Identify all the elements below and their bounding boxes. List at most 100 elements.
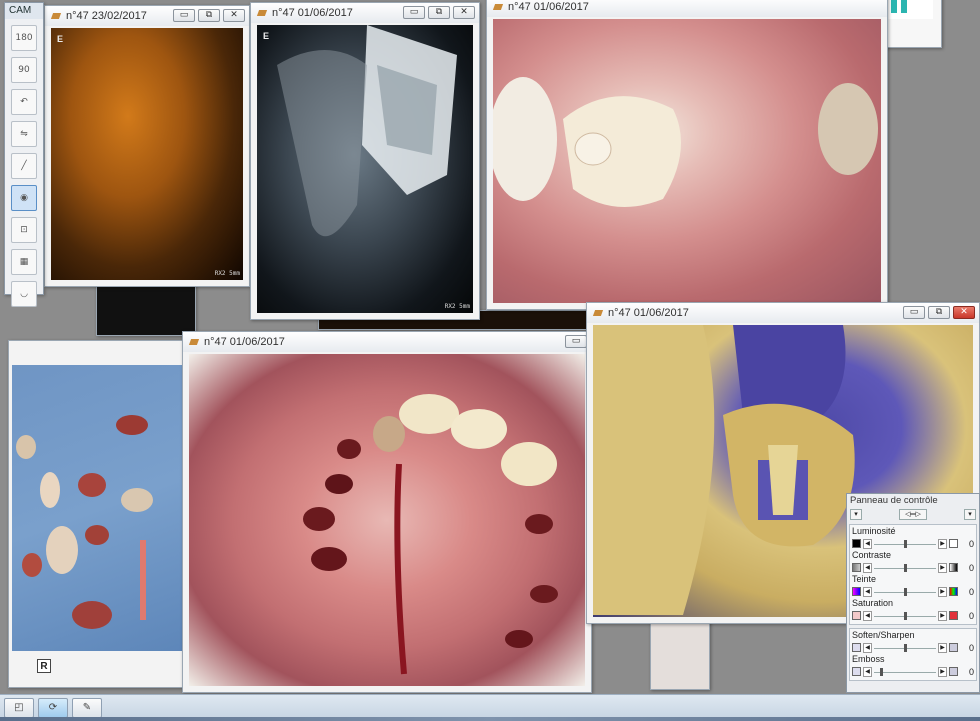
arrow-right-icon[interactable]: ▶: [938, 642, 947, 653]
minimize-button[interactable]: ▭: [565, 335, 587, 348]
smile-icon[interactable]: ◡: [11, 281, 37, 307]
hue-swatch-right: [949, 587, 958, 596]
taskbar-window-icon[interactable]: ◰: [4, 698, 34, 718]
minimize-button[interactable]: ▭: [903, 306, 925, 319]
image-window-icon: [189, 337, 199, 347]
occlusal-photo-window[interactable]: n°47 01/06/2017: [486, 0, 888, 310]
panel-collapse-button[interactable]: ▾: [850, 509, 862, 520]
window-title: n°47 01/06/2017: [608, 307, 689, 319]
background-window: [96, 280, 196, 336]
rotate-90-icon[interactable]: 90: [11, 57, 37, 83]
contrast-icon[interactable]: ▦: [11, 249, 37, 275]
xray-window[interactable]: n°47 01/06/2017 ▭ ⧉ ✕ E RX2 5mm: [250, 2, 480, 320]
soften-swatch: [852, 643, 861, 652]
window-titlebar[interactable]: n°47 01/06/2017 ▭ ⧉ ✕: [587, 303, 979, 323]
arrow-right-icon[interactable]: ▶: [938, 586, 947, 597]
rotate-left-icon[interactable]: ↶: [11, 89, 37, 115]
saturation-slider-row[interactable]: ◀ ▶ 0: [852, 609, 974, 622]
close-button[interactable]: ✕: [223, 9, 245, 22]
soften-sharpen-slider[interactable]: [874, 643, 936, 653]
window-titlebar[interactable]: n°47 01/06/2017 ▭ ⧉ ✕: [251, 3, 479, 23]
arrow-left-icon[interactable]: ◀: [863, 586, 872, 597]
extraction-photo-window[interactable]: n°47 01/06/2017 ▭: [182, 331, 592, 693]
window-title: n°47 01/06/2017: [204, 336, 285, 348]
extracted-teeth-window[interactable]: R: [8, 340, 188, 688]
toolbar-title: CAM: [5, 3, 43, 19]
arrow-left-icon[interactable]: ◀: [863, 610, 872, 621]
window-titlebar[interactable]: n°47 01/06/2017: [487, 0, 887, 17]
taskbar-pen-icon[interactable]: ✎: [72, 698, 102, 718]
window-titlebar[interactable]: n°47 23/02/2017 ▭ ⧉ ✕: [45, 6, 249, 26]
hue-value: 0: [968, 586, 974, 597]
emboss-swatch-right: [949, 667, 958, 676]
draw-line-icon[interactable]: ╱: [11, 153, 37, 179]
arrow-left-icon[interactable]: ◀: [863, 666, 872, 677]
taskbar: ◰ ⟳ ✎: [0, 694, 980, 721]
image-letter: E: [263, 31, 270, 41]
saturation-slider[interactable]: [874, 611, 936, 621]
arrow-right-icon[interactable]: ▶: [938, 538, 947, 549]
arrow-right-icon[interactable]: ▶: [938, 666, 947, 677]
brightness-label: Luminosité: [852, 526, 896, 536]
image-window-icon: [257, 8, 267, 18]
arrow-left-icon[interactable]: ◀: [863, 642, 872, 653]
soften-sharpen-slider-row[interactable]: ◀ ▶ 0: [852, 641, 974, 654]
contrast-slider[interactable]: [874, 563, 936, 573]
flip-horizontal-icon[interactable]: ⇋: [11, 121, 37, 147]
hue-slider[interactable]: [874, 587, 936, 597]
emboss-slider-row[interactable]: ◀ ▶ 0: [852, 665, 974, 678]
contrast-label: Contraste: [852, 550, 892, 560]
emboss-slider[interactable]: [874, 667, 936, 677]
arrow-right-icon[interactable]: ▶: [938, 562, 947, 573]
close-button[interactable]: ✕: [953, 306, 975, 319]
brightness-slider[interactable]: [874, 539, 936, 549]
maximize-button[interactable]: ⧉: [428, 6, 450, 19]
brightness-slider-row[interactable]: ◀ ▶ 0: [852, 537, 974, 550]
rotate-180-icon[interactable]: 180: [11, 25, 37, 51]
arrow-left-icon[interactable]: ◀: [863, 562, 872, 573]
background-window-right: [650, 620, 710, 690]
hue-swatch: [852, 587, 861, 596]
hue-slider-row[interactable]: ◀ ▶ 0: [852, 585, 974, 598]
taskbar-refresh-icon[interactable]: ⟳: [38, 698, 68, 718]
occlusal-photo: [493, 19, 881, 303]
maximize-button[interactable]: ⧉: [928, 306, 950, 319]
window-letter-label: R: [37, 659, 51, 673]
minimize-button[interactable]: ▭: [173, 9, 195, 22]
soften-sharpen-value: 0: [968, 642, 974, 653]
minimize-button[interactable]: ▭: [403, 6, 425, 19]
close-button[interactable]: ✕: [453, 6, 475, 19]
image-window-icon: [593, 308, 603, 318]
cam-toolbar: CAM 180 90 ↶ ⇋ ╱ ◉ ⊡ ▦ ◡: [4, 2, 44, 307]
contrast-swatch-right: [949, 563, 958, 572]
sharpen-swatch: [949, 643, 958, 652]
xray-image: E RX2 5mm: [257, 25, 473, 313]
control-panel[interactable]: Panneau de contrôle ▾ ◁═▷ ▾ Luminosité ◀…: [846, 493, 980, 693]
emboss-label: Emboss: [852, 654, 885, 664]
window-titlebar[interactable]: n°47 01/06/2017 ▭: [183, 332, 591, 352]
eye-icon[interactable]: ◉: [11, 185, 37, 211]
brightness-swatch: [852, 539, 861, 548]
contrast-slider-row[interactable]: ◀ ▶ 0: [852, 561, 974, 574]
panel-menu-button[interactable]: ▾: [964, 509, 976, 520]
soften-sharpen-label: Soften/Sharpen: [852, 630, 915, 640]
panel-reset-button[interactable]: ◁═▷: [899, 509, 927, 520]
saturation-swatch: [852, 611, 861, 620]
contrast-value: 0: [968, 562, 974, 573]
control-panel-title: Panneau de contrôle: [850, 495, 938, 506]
crop-icon[interactable]: ⊡: [11, 217, 37, 243]
cone-beam-window[interactable]: n°47 23/02/2017 ▭ ⧉ ✕ E RX2 5mm: [44, 5, 250, 287]
image-window-icon: [51, 11, 61, 21]
arrow-right-icon[interactable]: ▶: [938, 610, 947, 621]
window-title: n°47 01/06/2017: [272, 7, 353, 19]
cone-beam-image: E RX2 5mm: [51, 28, 243, 280]
taskbar-strip: [0, 717, 980, 721]
extraction-photo: [189, 354, 585, 686]
adjust-group-basic: Luminosité ◀ ▶ 0 Contraste ◀ ▶ 0 Teinte …: [849, 524, 977, 625]
window-title: n°47 01/06/2017: [508, 1, 589, 13]
arrow-left-icon[interactable]: ◀: [863, 538, 872, 549]
saturation-label: Saturation: [852, 598, 894, 608]
maximize-button[interactable]: ⧉: [198, 9, 220, 22]
brightness-value: 0: [968, 538, 974, 549]
image-window-icon: [493, 2, 503, 12]
